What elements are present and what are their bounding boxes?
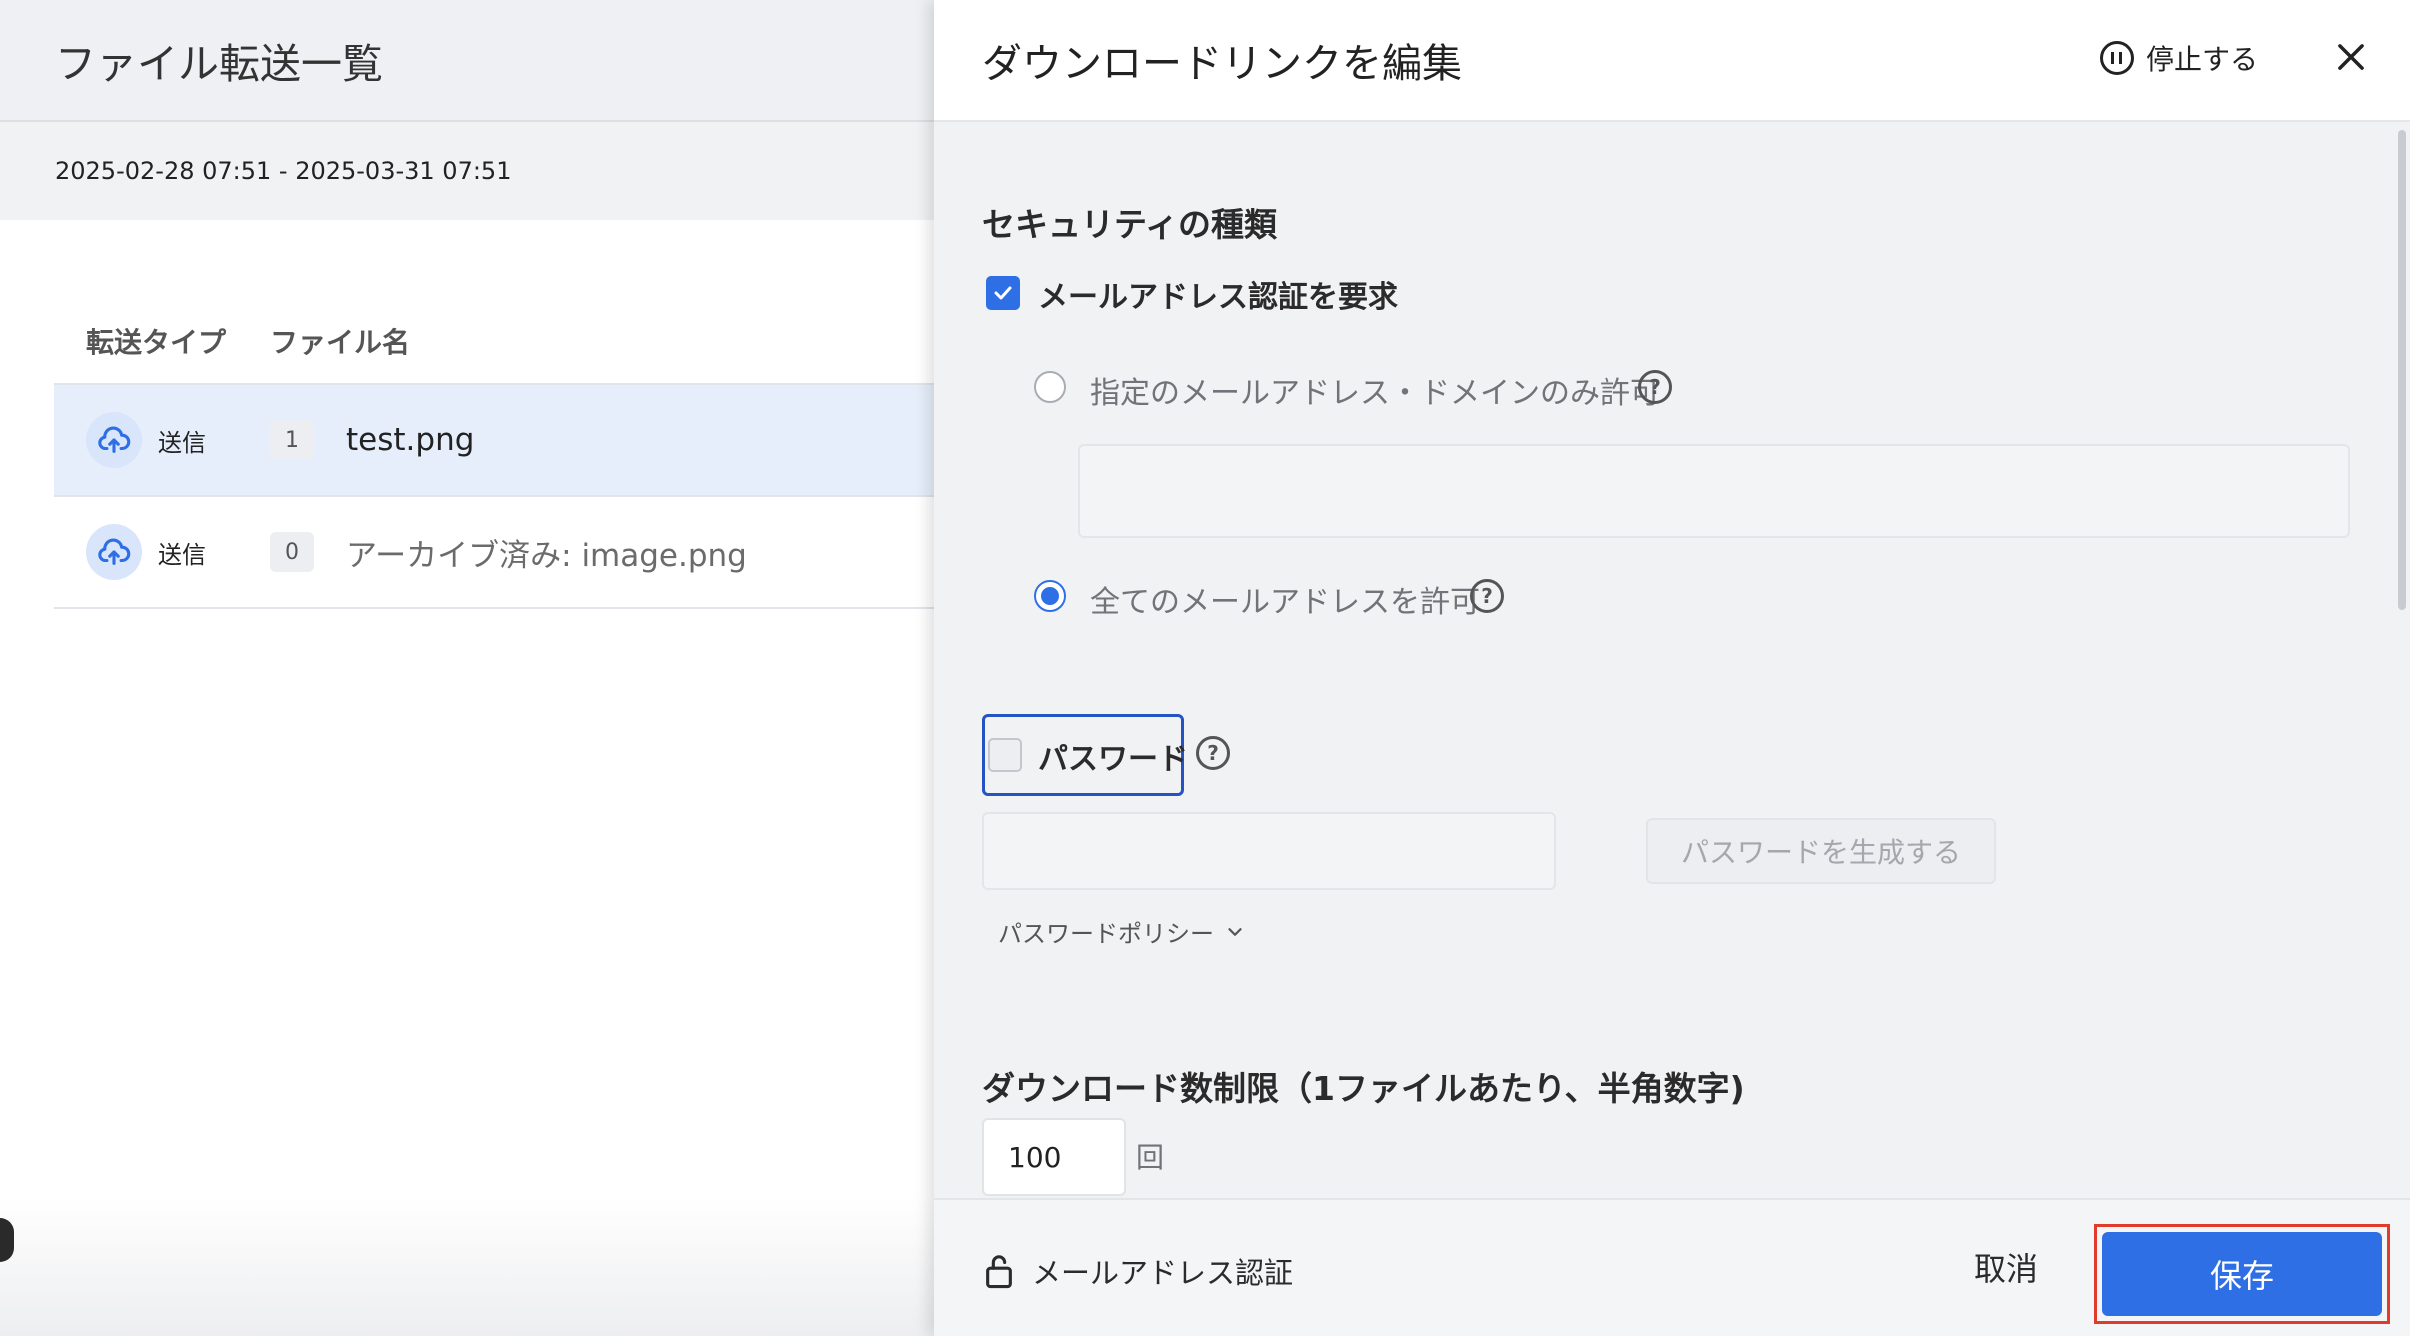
transfer-type-label: 送信 — [158, 428, 206, 457]
password-policy-toggle[interactable]: パスワードポリシー — [998, 914, 1246, 949]
filename-cell: 0 アーカイブ済み: image.png — [270, 530, 747, 575]
password-policy-label: パスワードポリシー — [998, 920, 1214, 948]
cancel-button[interactable]: 取消 — [1974, 1244, 2038, 1290]
date-range-bar[interactable]: 2025-02-28 07:51 - 2025-03-31 07:51 — [0, 122, 934, 220]
unlock-icon — [986, 1255, 1012, 1289]
table-row[interactable]: 送信 0 アーカイブ済み: image.png — [54, 497, 934, 609]
allowed-domain-input[interactable] — [1078, 444, 2350, 538]
download-limit-input[interactable]: 100 — [982, 1118, 1126, 1196]
column-header-filename: ファイル名 — [270, 325, 411, 359]
pause-button-label: 停止する — [2145, 43, 2258, 76]
date-range: 2025-02-28 07:51 - 2025-03-31 07:51 — [55, 157, 512, 185]
bottom-fade — [0, 1196, 934, 1336]
file-name: アーカイブ済み: image.png — [346, 537, 747, 574]
list-header: ファイル転送一覧 — [0, 0, 934, 122]
radio-all-emails-label: 全てのメールアドレスを許可 — [1090, 585, 1480, 620]
download-count-badge: 0 — [270, 532, 314, 572]
close-icon[interactable] — [2332, 38, 2370, 76]
transfer-type-cell: 送信 — [54, 524, 270, 580]
download-limit-heading: ダウンロード数制限（1ファイルあたり、半角数字) — [982, 1069, 1745, 1108]
password-checkbox[interactable] — [988, 738, 1022, 772]
scrollbar[interactable] — [2398, 130, 2406, 610]
download-count-badge: 1 — [270, 420, 314, 460]
transfer-type-cell: 送信 — [54, 412, 270, 468]
check-icon — [994, 286, 1012, 300]
drawer-footer: メールアドレス認証 取消 保存 — [934, 1198, 2410, 1336]
radio-specified-only[interactable] — [1034, 371, 1066, 403]
radio-specified-only-label: 指定のメールアドレス・ドメインのみ許可 — [1090, 376, 1660, 411]
page-title: ファイル転送一覧 — [55, 40, 383, 88]
save-button[interactable]: 保存 — [2102, 1232, 2382, 1316]
pause-circle-icon — [2099, 41, 2134, 75]
file-name: test.png — [346, 422, 475, 458]
drawer-title: ダウンロードリンクを編集 — [982, 41, 1462, 87]
password-input[interactable] — [982, 812, 1556, 890]
security-status: メールアドレス認証 — [982, 1250, 1293, 1292]
help-icon[interactable]: ? — [1638, 370, 1672, 404]
file-transfer-list-panel: ファイル転送一覧 2025-02-28 07:51 - 2025-03-31 0… — [0, 0, 934, 1336]
radio-all-emails[interactable] — [1034, 580, 1066, 612]
transfer-type-label: 送信 — [158, 540, 206, 569]
email-auth-checkbox[interactable] — [986, 276, 1020, 310]
table-header: 転送タイプ ファイル名 — [54, 298, 934, 385]
security-status-label: メールアドレス認証 — [1032, 1256, 1294, 1290]
help-icon[interactable]: ? — [1196, 736, 1230, 770]
transfer-table: 転送タイプ ファイル名 送信 1 test.png 送信 0 アーカイブ済み: … — [54, 298, 934, 609]
cloud-upload-icon — [86, 412, 142, 468]
password-label: パスワード — [1038, 742, 1188, 777]
drawer-header: ダウンロードリンクを編集 停止する — [934, 0, 2410, 122]
pause-button[interactable]: 停止する — [2099, 38, 2258, 78]
download-limit-unit: 回 — [1136, 1141, 1165, 1174]
cloud-upload-icon — [86, 524, 142, 580]
security-type-heading: セキュリティの種類 — [982, 205, 1278, 244]
edit-download-link-drawer: ダウンロードリンクを編集 停止する セキュリティの種類 メールアドレス認証を要求… — [934, 0, 2410, 1336]
filename-cell: 1 test.png — [270, 420, 474, 460]
generate-password-button[interactable]: パスワードを生成する — [1646, 818, 1996, 884]
chevron-down-icon — [1228, 927, 1242, 936]
email-auth-label: メールアドレス認証を要求 — [1038, 280, 1398, 315]
column-header-type: 転送タイプ — [86, 325, 227, 359]
table-row[interactable]: 送信 1 test.png — [54, 385, 934, 497]
drawer-body: セキュリティの種類 メールアドレス認証を要求 指定のメールアドレス・ドメインのみ… — [934, 122, 2410, 1198]
help-icon[interactable]: ? — [1470, 579, 1504, 613]
